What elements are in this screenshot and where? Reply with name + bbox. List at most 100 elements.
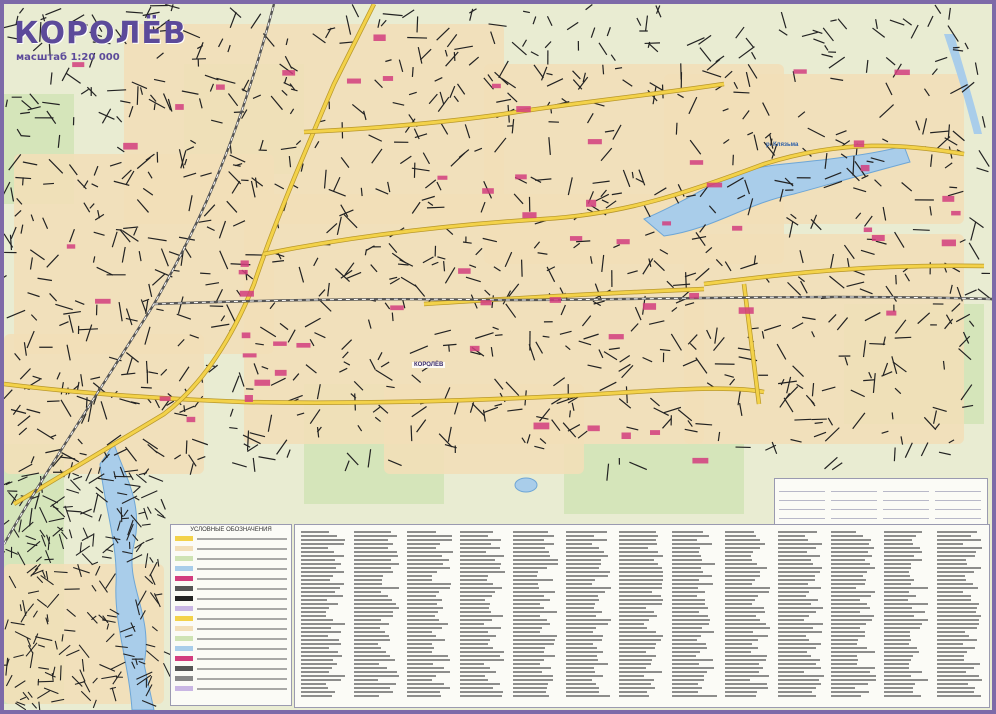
street-segment (794, 418, 812, 421)
street-index-entry (725, 595, 758, 597)
street-index-entry (831, 695, 862, 697)
street-index-entry (354, 575, 383, 577)
street-index-entry (725, 607, 765, 609)
landmark-marker (533, 422, 550, 430)
street-index-entry (619, 591, 653, 593)
forest-area (564, 444, 744, 514)
legend-row (175, 674, 287, 683)
street-index-entry (513, 619, 547, 621)
legend-entry (197, 547, 287, 550)
street-index-entry (619, 671, 662, 673)
street-index-entry (460, 651, 504, 653)
street-segment (172, 269, 180, 272)
info-table-cell (831, 501, 877, 510)
street-index-entry (831, 619, 873, 621)
street-segment (938, 451, 951, 456)
street-index-entry (513, 623, 550, 625)
info-table-cell (883, 510, 929, 519)
street-index-entry (301, 543, 345, 545)
map-title: КОРОЛЁВ (14, 16, 187, 51)
landmark-marker (282, 70, 296, 76)
street-index-entry (513, 647, 545, 649)
street-segment (252, 457, 256, 472)
street-index-entry (407, 563, 443, 565)
street-segment (82, 527, 89, 539)
landmark-marker (706, 182, 723, 188)
street-index-column (778, 531, 826, 701)
street-index-entry (301, 579, 331, 581)
street-index-entry (619, 539, 656, 541)
street-segment (141, 523, 151, 526)
legend-row (175, 564, 287, 573)
legend-row (175, 654, 287, 663)
street-index-entry (725, 575, 760, 577)
street-index-entry (301, 687, 329, 689)
street-index-entry (725, 675, 769, 677)
street-segment (231, 375, 240, 393)
street-segment (910, 24, 919, 39)
street-index-entry (301, 551, 335, 553)
street-segment (636, 17, 642, 26)
street-index-entry (778, 687, 817, 689)
street-index-entry (460, 583, 494, 585)
street-index-entry (513, 531, 548, 533)
legend-row (175, 664, 287, 673)
street-index-entry (937, 627, 977, 629)
street-index-column (460, 531, 508, 701)
street-index-entry (884, 647, 918, 649)
street-index-entry (672, 587, 699, 589)
street-index-entry (566, 607, 594, 609)
street-index-entry (937, 603, 979, 605)
street-segment (813, 38, 825, 44)
street-index-entry (407, 647, 434, 649)
street-index-entry (566, 567, 599, 569)
landmark-marker (239, 290, 254, 297)
legend-swatch (175, 666, 193, 671)
street-index-entry (778, 635, 806, 637)
street-index-entry (407, 567, 451, 569)
street-index-entry (407, 575, 432, 577)
legend-row (175, 644, 287, 653)
street-index-entry (725, 691, 758, 693)
street-index-entry (460, 543, 491, 545)
street-segment (66, 510, 82, 513)
street-index-entry (672, 531, 704, 533)
street-index-entry (619, 687, 656, 689)
street-index-entry (884, 539, 912, 541)
street-segment (44, 558, 54, 561)
street-index-entry (354, 635, 390, 637)
street-index-entry (301, 587, 340, 589)
street-index-entry (831, 583, 866, 585)
street-index-entry (407, 635, 436, 637)
street-index-entry (937, 691, 975, 693)
street-index (294, 524, 990, 708)
street-index-entry (566, 543, 593, 545)
street-index-entry (513, 559, 559, 561)
street-segment (831, 462, 843, 471)
street-index-entry (460, 691, 503, 693)
legend-row (175, 684, 287, 693)
street-index-entry (301, 667, 332, 669)
street-index-entry (831, 559, 866, 561)
street-index-entry (831, 659, 859, 661)
street-index-entry (884, 559, 922, 561)
street-index-entry (460, 655, 501, 657)
street-index-entry (884, 643, 910, 645)
street-segment (934, 4, 942, 14)
street-index-entry (672, 559, 702, 561)
street-index-entry (778, 679, 819, 681)
landmark-marker (373, 34, 386, 42)
street-index-entry (513, 599, 550, 601)
street-index-entry (407, 607, 443, 609)
street-index-entry (778, 599, 818, 601)
street-index-entry (301, 555, 344, 557)
street-segment (66, 488, 80, 494)
street-segment (232, 462, 247, 468)
street-index-entry (354, 615, 393, 617)
street-index-entry (513, 551, 549, 553)
street-index-entry (619, 639, 662, 641)
street-segment (200, 272, 211, 275)
street-index-entry (460, 687, 493, 689)
street-index-entry (354, 611, 393, 613)
legend-entry (197, 677, 287, 680)
